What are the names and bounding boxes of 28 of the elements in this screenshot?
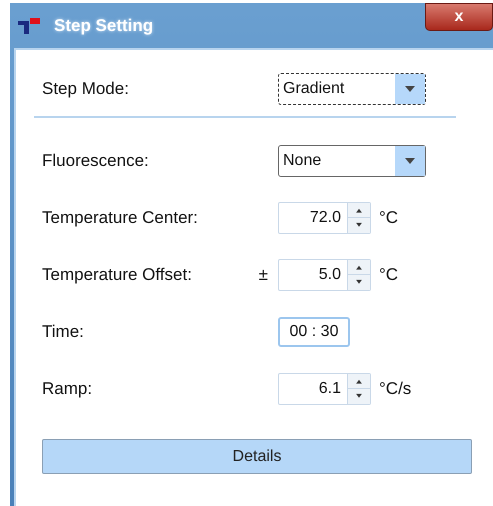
unit-label: °C/s (379, 378, 412, 398)
field-label: Temperature Offset: (42, 264, 192, 284)
details-button[interactable]: Details (42, 439, 472, 474)
spin-up-icon[interactable] (348, 260, 370, 274)
close-button[interactable]: x (425, 3, 493, 31)
time-field[interactable]: 00 : 30 (278, 316, 350, 346)
plus-minus-sign: ± (258, 264, 268, 284)
field-label: Temperature Center: (42, 208, 199, 228)
spin-up-icon[interactable] (348, 202, 370, 217)
dropdown[interactable]: None (278, 144, 426, 176)
window-title: Step Setting (54, 16, 154, 36)
field-label: Fluorescence: (42, 150, 150, 170)
field-label: Step Mode: (42, 79, 130, 99)
dropdown-arrow-icon (405, 158, 415, 164)
spin-down-icon[interactable] (348, 274, 370, 290)
field-label: Ramp: (42, 378, 94, 398)
number-spinner[interactable]: 5.0 (278, 258, 371, 290)
number-spinner[interactable]: 72.0 (278, 202, 371, 234)
unit-label: °C (379, 264, 398, 284)
spin-up-icon[interactable] (348, 374, 370, 388)
number-spinner[interactable]: 6.1 (278, 372, 371, 404)
field-label: Time: (42, 322, 85, 342)
logo-icon (18, 18, 40, 34)
spin-down-icon[interactable] (348, 217, 370, 232)
unit-label: °C (379, 208, 398, 228)
spin-down-icon[interactable] (348, 388, 370, 404)
dropdown-arrow-icon (405, 86, 415, 92)
dropdown[interactable]: Gradient (278, 73, 426, 105)
